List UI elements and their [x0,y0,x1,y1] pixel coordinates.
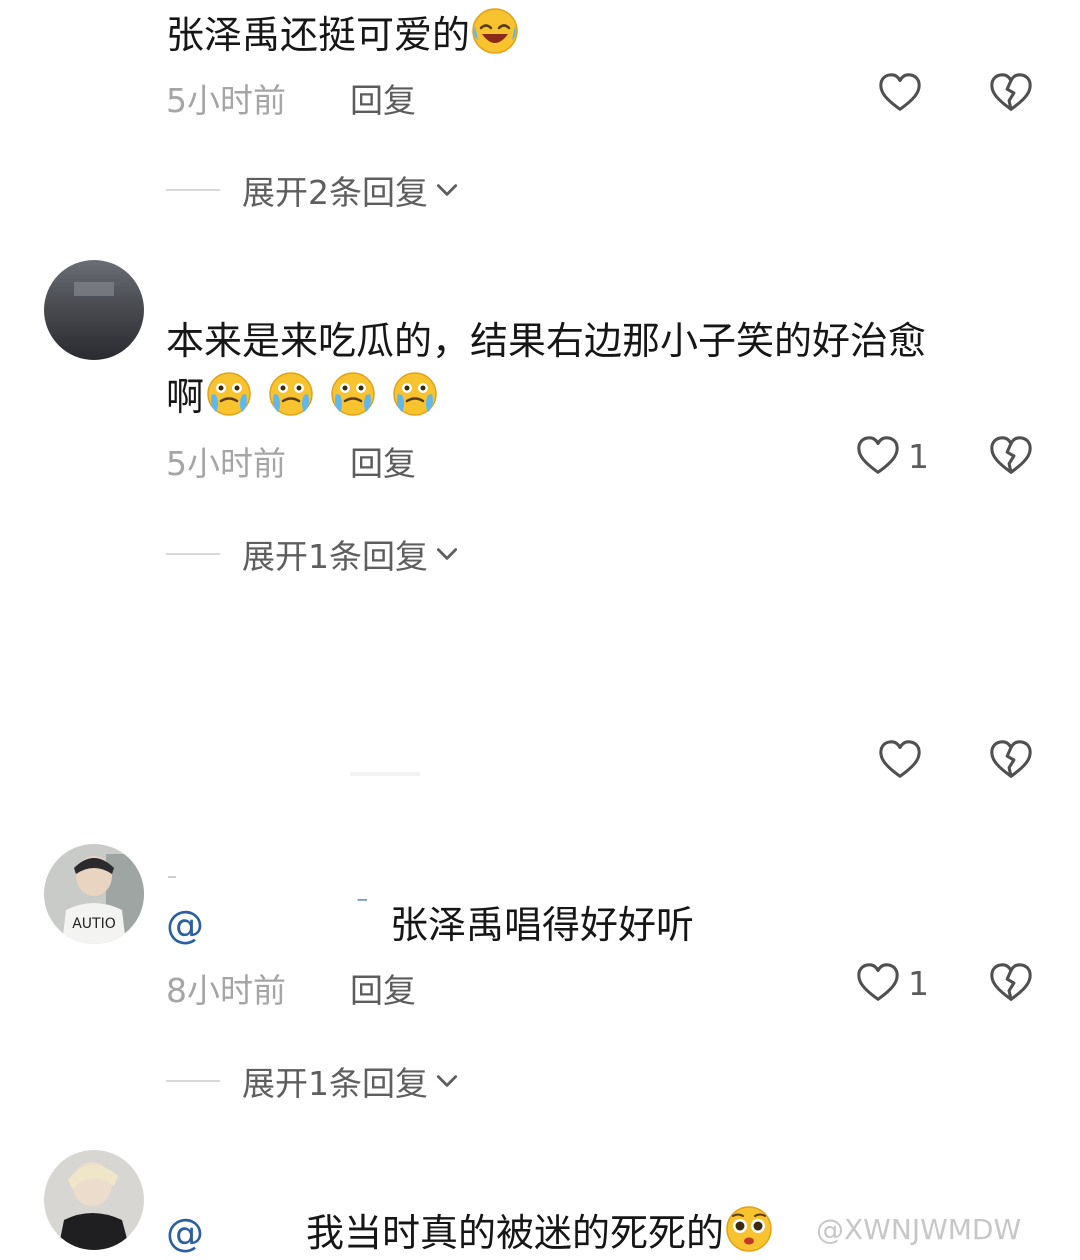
mention-tail: ⁻ [356,890,369,918]
crying-emoji-icon [328,368,378,418]
comment-4-mention: @ [166,1206,204,1260]
crying-emoji-icon [204,368,254,418]
comment-4-body: 我当时真的被迷的死死的 [306,1211,725,1255]
mention-link[interactable]: @ [166,903,204,947]
broken-heart-icon[interactable] [988,737,1034,783]
comment-2-body-end: 啊 [166,375,205,419]
comment-4-text: 我当时真的被迷的死死的 [306,1204,774,1260]
comment-3-timestamp: 8小时前 [166,971,286,1010]
divider-line [166,189,220,191]
avatar[interactable] [44,260,144,360]
comment-3-body: 张泽禹唱得好好听 [390,903,695,947]
broken-heart-icon[interactable] [988,70,1034,116]
comment-2-like-count: 1 [908,437,929,476]
redacted-username [168,876,176,878]
broken-heart-icon[interactable] [988,960,1034,1006]
comment-2-reply-button[interactable]: 回复 [350,437,416,485]
crying-emoji-icon [390,368,440,418]
heart-outline-icon[interactable] [877,737,923,783]
chevron-down-icon [434,177,460,203]
chevron-down-icon [434,1068,460,1094]
chevron-down-icon [434,541,460,567]
svg-text:AUTIO: AUTIO [72,916,116,932]
avatar[interactable]: AUTIO [44,844,144,944]
expand-replies-label: 展开1条回复 [242,537,428,576]
comment-2-timestamp: 5小时前 [166,444,286,483]
divider-line [166,553,220,555]
comment-1-body: 张泽禹还挺可爱的 [166,13,471,57]
heart-outline-icon[interactable] [855,960,901,1006]
comment-3-reply-button[interactable]: 回复 [350,964,416,1012]
laughing-tears-emoji-icon [470,6,520,56]
heart-outline-icon[interactable] [877,70,923,116]
comment-1-reply-button[interactable]: 回复 [350,74,416,122]
comment-3-expand-replies[interactable]: 展开1条回复 [166,1057,460,1105]
comment-2-text-line2: 啊 [166,368,440,424]
weibo-watermark: @XWNJWMDW [816,1213,1022,1246]
divider-line [166,1080,220,1082]
comment-3-like-count: 1 [908,964,929,1003]
redacted-area [350,772,420,776]
crying-emoji-icon [266,368,316,418]
avatar-image: AUTIO [44,844,144,944]
comment-3-text: @ [166,898,204,952]
heart-outline-icon[interactable] [855,433,901,479]
avatar[interactable] [44,1150,144,1250]
comment-1-timestamp: 5小时前 [166,81,286,120]
avatar-image [44,1150,144,1250]
comment-2-expand-replies[interactable]: 展开1条回复 [166,530,460,578]
comment-2-text-line1: 本来是来吃瓜的，结果右边那小子笑的好治愈 [166,319,927,363]
expand-replies-label: 展开1条回复 [242,1064,428,1103]
avatar-image [44,260,144,360]
expand-replies-label: 展开2条回复 [242,173,428,212]
pleading-face-emoji-icon [724,1204,774,1254]
comment-1-expand-replies[interactable]: 展开2条回复 [166,166,460,214]
mention-link[interactable]: @ [166,1211,204,1255]
comment-1-text: 张泽禹还挺可爱的 [166,6,520,62]
broken-heart-icon[interactable] [988,433,1034,479]
